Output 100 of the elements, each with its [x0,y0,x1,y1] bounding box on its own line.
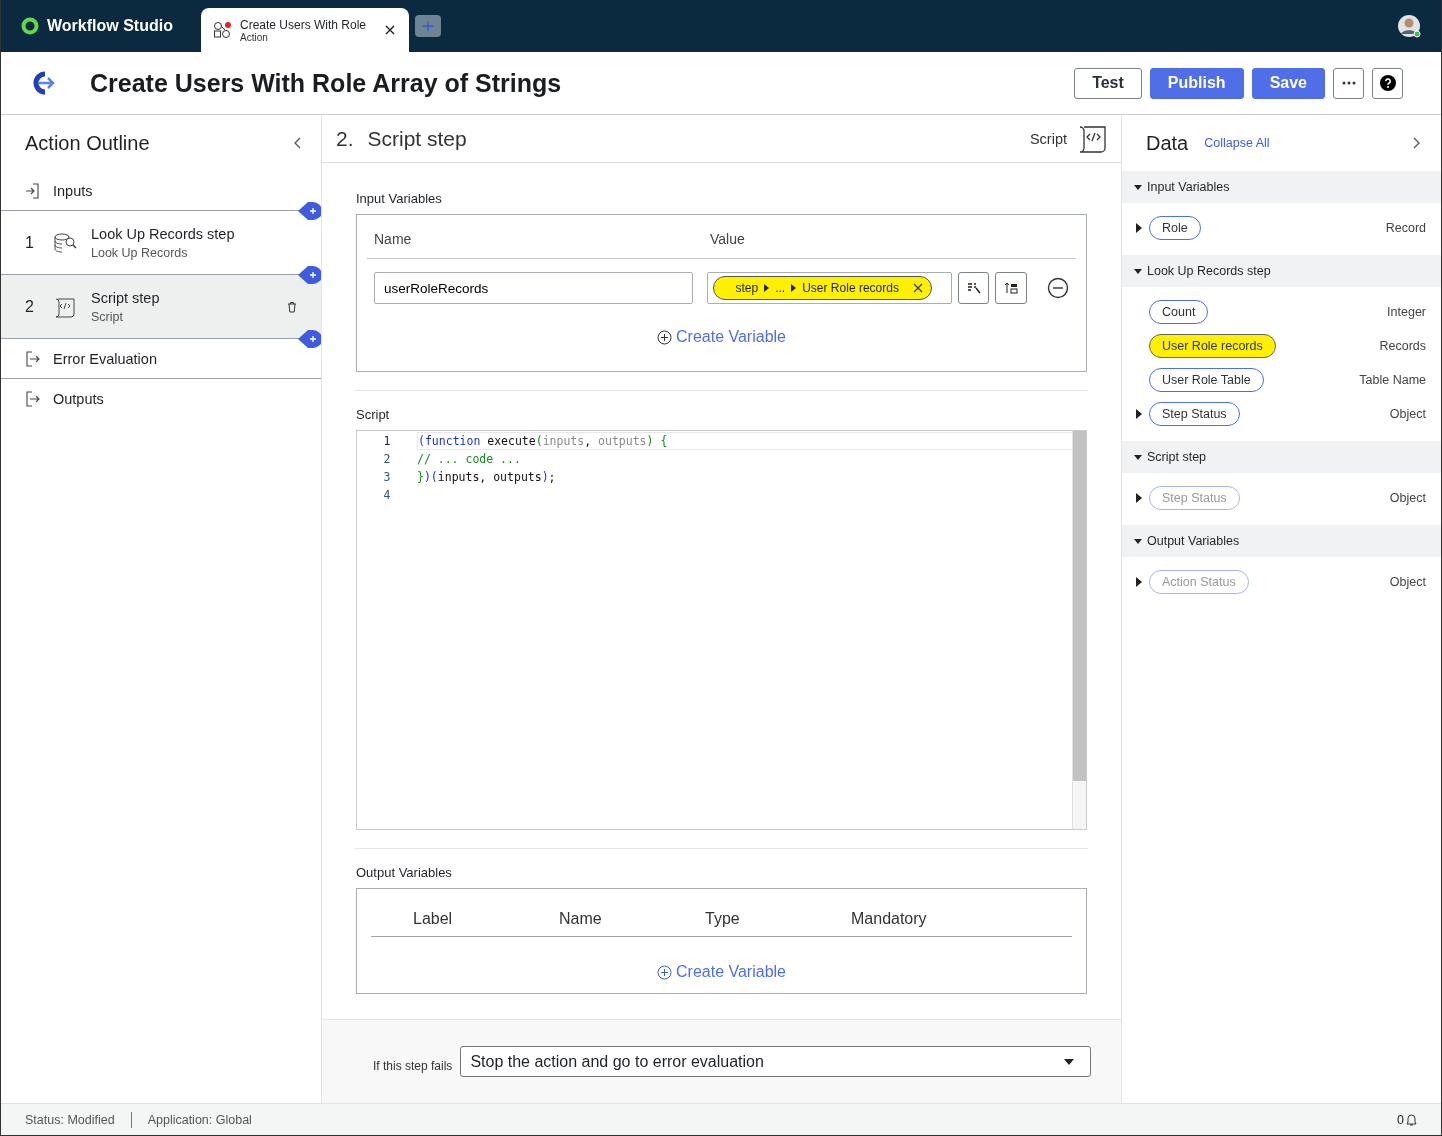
data-pill[interactable]: User Role records [1149,334,1276,358]
scrollbar[interactable] [1072,431,1086,829]
line-number: 4 [382,487,392,504]
plus-circle-icon [657,964,672,980]
notification-count[interactable]: 0 [1397,1112,1404,1127]
line-number: 2 [382,451,392,468]
caret-down-icon [1134,453,1142,461]
header-button[interactable]: Test [1074,67,1142,99]
header-button[interactable]: Publish [1149,67,1244,99]
data-type: Object [1389,407,1426,421]
help-icon [1379,75,1396,91]
create-variable-link[interactable]: Create Variable [657,963,786,981]
database-search-icon [53,231,77,254]
trash-icon[interactable] [287,300,297,313]
panel-title: Data [1146,131,1189,155]
data-pill[interactable]: User Role Table [1149,368,1264,392]
column-header: Name [374,231,413,249]
caret-down-icon [1134,183,1142,191]
value-field[interactable]: step ... User Role records [706,272,952,304]
column-header: Name [559,910,603,928]
data-pill[interactable]: step ... User Role records [712,276,932,300]
group-title: Script step [1147,450,1207,464]
data-pill[interactable]: Step Status [1149,402,1240,426]
code-line: (function execute(inputs, outputs) { [418,434,668,448]
data-pill[interactable]: Count [1149,300,1209,324]
code-line: })(inputs, outputs); [417,470,556,484]
close-icon[interactable] [385,25,395,35]
help-button[interactable] [1372,67,1403,99]
group-header[interactable]: Look Up Records step [1122,255,1441,287]
script-scroll-icon [1077,123,1107,154]
pill-text: User Role records [802,281,899,295]
outline-item[interactable]: Outputs [1,379,321,419]
tab-subtitle: Action [240,31,269,43]
create-variable-link[interactable]: Create Variable [657,328,786,346]
section-label: Output Variables [356,865,453,880]
transform-button[interactable] [995,272,1027,304]
remove-icon[interactable] [912,283,923,293]
more-dots-icon [1341,81,1356,85]
step-type: Look Up Records [91,245,189,260]
caret-right-icon [791,284,797,292]
tab-title: Create Users With Role [240,17,368,32]
page-title: Create Users With Role Array of Strings [90,68,562,98]
output-icon [25,391,41,407]
data-type: Records [1379,339,1426,353]
data-type: Object [1389,491,1426,505]
data-type: Object [1389,575,1426,589]
step-type: Script [1029,130,1067,147]
tab[interactable]: Create Users With Role Action [201,8,409,52]
group-header[interactable]: Script step [1122,441,1441,473]
expand-chevron-icon[interactable] [1413,137,1421,149]
logo-icon [21,17,39,35]
sort-up-icon [1004,282,1019,294]
data-type: Integer [1387,305,1426,319]
step-number: 2. [336,126,354,151]
script-scroll-icon [53,295,77,318]
data-type: Record [1385,221,1426,235]
outline-label: Outputs [53,391,104,407]
data-pill[interactable]: Role [1149,216,1201,240]
collapse-chevron-icon[interactable] [293,137,301,149]
column-header: Type [705,910,741,928]
group-title: Output Variables [1147,534,1240,548]
outline-label: Error Evaluation [53,350,157,367]
group-title: Input Variables [1147,180,1230,194]
name-field[interactable]: userRoleRecords [374,272,693,304]
step-title: Look Up Records step [91,225,235,242]
outline-item[interactable]: Error Evaluation [1,339,321,379]
section-label: Input Variables [356,191,443,206]
column-header: Mandatory [851,910,928,928]
field-label: If this step fails [373,1058,453,1073]
data-picker-button[interactable] [957,272,990,304]
app-name: Workflow Studio [47,17,173,35]
collapse-all-link[interactable]: Collapse All [1204,136,1270,150]
code-line: // ... code ... [417,452,521,466]
caret-right-icon[interactable] [1136,409,1142,419]
pill-text: ... [775,281,786,295]
input-icon [25,182,41,199]
more-button[interactable] [1333,67,1364,99]
step-title: Script step [91,289,160,306]
code-editor[interactable]: 1 2 3 4 (function execute(inputs, outputs) { // ... code ... })(inputs, outputs); [356,430,1087,830]
pill-text: step [735,281,759,295]
failure-dropdown[interactable]: Stop the action and go to error evaluation [460,1046,1091,1077]
caret-down-icon [1134,537,1142,545]
line-number: 3 [382,469,392,486]
group-header[interactable]: Input Variables [1122,171,1441,203]
scroll-thumb[interactable] [1073,431,1086,781]
step-number: 2 [25,297,35,316]
dropdown-caret-icon [1064,1058,1074,1065]
column-header: Label [413,910,454,928]
caret-right-icon[interactable] [1136,223,1142,233]
step-number: 1 [25,233,35,252]
remove-circle-icon[interactable] [1047,277,1069,299]
line-number: 1 [382,433,392,450]
section-label: Script [356,407,391,422]
group-header[interactable]: Output Variables [1122,525,1441,557]
bell-icon [1406,1113,1417,1126]
group-title: Look Up Records step [1147,264,1271,278]
outline-label: Inputs [53,182,93,199]
status-text: Status: Modified [25,1112,115,1127]
outline-item[interactable]: 2 Script step Script [1,275,321,339]
header-button[interactable]: Save [1251,67,1325,99]
